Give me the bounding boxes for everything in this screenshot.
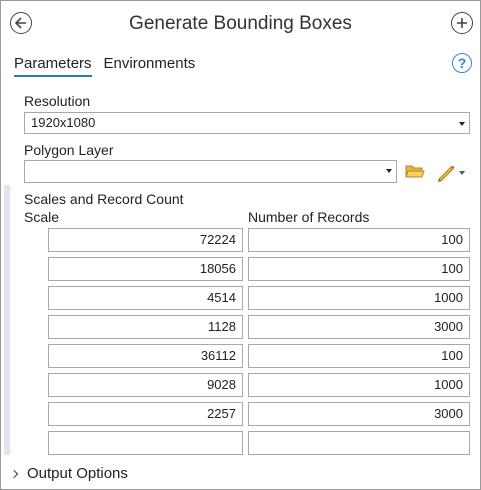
scale-cell[interactable]: 2257 xyxy=(48,402,243,426)
records-column-header: Number of Records xyxy=(248,209,370,225)
plus-icon[interactable] xyxy=(451,12,473,34)
records-cell[interactable]: 100 xyxy=(248,228,470,252)
section-indicator xyxy=(4,185,10,455)
scale-cell[interactable]: 9028 xyxy=(48,373,243,397)
records-cell[interactable]: 3000 xyxy=(248,402,470,426)
page-title: Generate Bounding Boxes xyxy=(129,13,352,34)
tool-pane: Generate Bounding Boxes Parameters Envir… xyxy=(0,0,481,490)
scale-cell[interactable]: 18056 xyxy=(48,257,243,281)
chevron-right-icon xyxy=(9,469,19,478)
records-cell[interactable]: 100 xyxy=(248,344,470,368)
tab-parameters[interactable]: Parameters xyxy=(14,55,92,77)
resolution-value: 1920x1080 xyxy=(31,115,96,130)
help-icon[interactable]: ? xyxy=(452,53,472,73)
output-options-label: Output Options xyxy=(27,465,128,482)
scale-cell[interactable]: 4514 xyxy=(48,286,243,310)
polygon-layer-label: Polygon Layer xyxy=(24,142,114,158)
records-cell[interactable]: 1000 xyxy=(248,286,470,310)
tab-bar: Parameters Environments xyxy=(14,55,207,77)
chevron-down-icon xyxy=(459,122,465,126)
pencil-icon[interactable] xyxy=(435,162,457,182)
polygon-layer-dropdown[interactable] xyxy=(24,160,397,183)
scale-column-header: Scale xyxy=(24,209,60,225)
scale-cell[interactable]: 72224 xyxy=(48,228,243,252)
chevron-down-icon xyxy=(386,169,392,173)
chevron-down-icon[interactable] xyxy=(459,171,465,175)
resolution-dropdown[interactable]: 1920x1080 xyxy=(24,112,470,134)
pane-header: Generate Bounding Boxes xyxy=(1,1,480,47)
scale-cell-empty[interactable] xyxy=(48,431,243,455)
scale-cell[interactable]: 1128 xyxy=(48,315,243,339)
scale-cell[interactable]: 36112 xyxy=(48,344,243,368)
folder-open-icon[interactable] xyxy=(405,163,425,179)
resolution-label: Resolution xyxy=(24,93,91,109)
records-cell[interactable]: 100 xyxy=(248,257,470,281)
records-cell-empty[interactable] xyxy=(248,431,470,455)
records-cell[interactable]: 3000 xyxy=(248,315,470,339)
output-options-expander[interactable]: Output Options xyxy=(9,465,128,482)
table-title: Scales and Record Count xyxy=(24,191,184,207)
records-cell[interactable]: 1000 xyxy=(248,373,470,397)
tab-environments[interactable]: Environments xyxy=(104,55,196,77)
